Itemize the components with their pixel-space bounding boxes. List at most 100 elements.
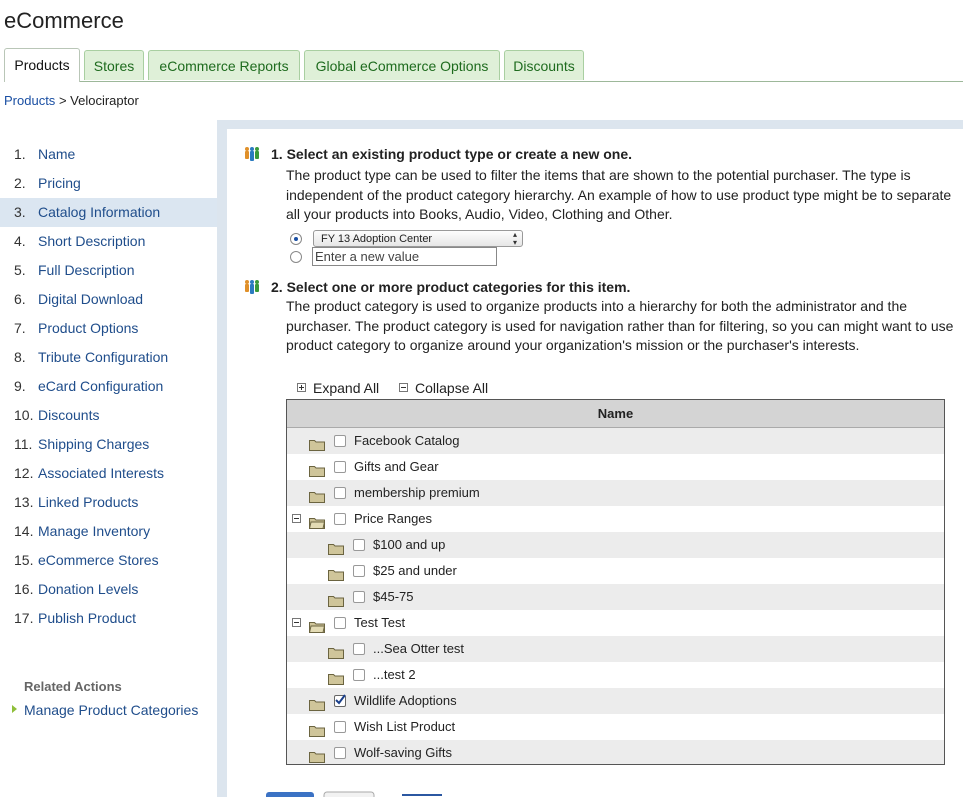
category-checkbox[interactable] (334, 721, 346, 733)
tree-row: $25 and under (287, 558, 944, 584)
folder-open-icon (308, 512, 326, 529)
nav-item-number: 2. (14, 175, 26, 191)
nav-item-digital-download[interactable]: 6. Digital Download (0, 285, 217, 314)
category-checkbox[interactable] (334, 461, 346, 473)
folder-icon (309, 720, 325, 737)
expand-all-button[interactable]: Expand All (297, 380, 379, 396)
nav-item-label: Product Options (38, 320, 139, 336)
category-checkbox[interactable] (353, 565, 365, 577)
nav-item-name[interactable]: 1. Name (0, 140, 217, 169)
nav-item-number: 9. (14, 378, 26, 394)
category-label[interactable]: $25 and under (373, 558, 457, 584)
breadcrumb-current: Velociraptor (70, 93, 139, 108)
category-label[interactable]: membership premium (354, 480, 480, 506)
category-label[interactable]: ...Sea Otter test (373, 636, 464, 662)
nav-item-publish-product[interactable]: 17. Publish Product (0, 604, 217, 633)
nav-item-label: eCommerce Stores (38, 552, 159, 568)
collapse-all-button[interactable]: Collapse All (399, 380, 488, 396)
nav-item-donation-levels[interactable]: 16. Donation Levels (0, 575, 217, 604)
nav-item-manage-inventory[interactable]: 14. Manage Inventory (0, 517, 217, 546)
nav-item-tribute-configuration[interactable]: 8. Tribute Configuration (0, 343, 217, 372)
category-checkbox[interactable] (353, 539, 365, 551)
category-checkbox[interactable] (334, 694, 346, 707)
nav-item-shipping-charges[interactable]: 11. Shipping Charges (0, 430, 217, 459)
related-actions-title: Related Actions (24, 679, 122, 694)
nav-item-catalog-information[interactable]: 3. Catalog Information (0, 198, 217, 227)
nav-item-number: 5. (14, 262, 26, 278)
nav-item-label: Short Description (38, 233, 146, 249)
bottom-buttons-partial (266, 791, 442, 797)
checkmark-icon (335, 694, 346, 705)
tree-row: membership premium (287, 480, 944, 506)
nav-item-product-options[interactable]: 7. Product Options (0, 314, 217, 343)
category-checkbox[interactable] (334, 435, 346, 447)
category-label[interactable]: $45-75 (373, 584, 413, 610)
nav-item-number: 13. (14, 494, 34, 510)
folder-icon (328, 642, 344, 659)
category-label[interactable]: $100 and up (373, 532, 445, 558)
product-type-select[interactable]: FY 13 Adoption Center ▴ ▾ (313, 230, 523, 247)
tree-row: $100 and up (287, 532, 944, 558)
category-label[interactable]: ...test 2 (373, 662, 416, 688)
nav-item-number: 6. (14, 291, 26, 307)
nav-item-label: Catalog Information (38, 204, 161, 220)
tab-ecommerce-reports[interactable]: eCommerce Reports (148, 50, 300, 80)
category-checkbox[interactable] (334, 513, 346, 525)
nav-item-linked-products[interactable]: 13. Linked Products (0, 488, 217, 517)
nav-item-pricing[interactable]: 2. Pricing (0, 169, 217, 198)
tab-discounts[interactable]: Discounts (504, 50, 584, 80)
nav-item-number: 7. (14, 320, 26, 336)
app-title: eCommerce (4, 8, 124, 33)
step1-title: 1. Select an existing product type or cr… (271, 146, 632, 162)
category-label[interactable]: Facebook Catalog (354, 428, 460, 454)
category-label[interactable]: Wish List Product (354, 714, 455, 740)
category-label[interactable]: Gifts and Gear (354, 454, 439, 480)
nav-item-ecommerce-stores[interactable]: 15. eCommerce Stores (0, 546, 217, 575)
folder-icon (309, 746, 325, 763)
select-arrows-icon: ▴ ▾ (512, 230, 517, 247)
nav-item-ecard-configuration[interactable]: 9. eCard Configuration (0, 372, 217, 401)
expand-all-label: Expand All (313, 380, 380, 396)
tab-bar: Products Stores eCommerce Reports Global… (4, 48, 963, 82)
nav-item-discounts[interactable]: 10. Discounts (0, 401, 217, 430)
category-label[interactable]: Wolf-saving Gifts (354, 740, 452, 764)
nav-item-label: Publish Product (38, 610, 137, 626)
nav-item-full-description[interactable]: 5. Full Description (0, 256, 217, 285)
nav-item-number: 15. (14, 552, 34, 568)
manage-product-categories-link[interactable]: Manage Product Categories (12, 702, 198, 718)
nav-item-number: 17. (14, 610, 34, 626)
nav-item-number: 4. (14, 233, 26, 249)
nav-item-number: 8. (14, 349, 26, 365)
nav-item-label: Full Description (38, 262, 135, 278)
collapse-icon (399, 383, 408, 392)
category-checkbox[interactable] (334, 747, 346, 759)
nav-item-associated-interests[interactable]: 12. Associated Interests (0, 459, 217, 488)
nav-item-label: Shipping Charges (38, 436, 150, 452)
nav-item-label: Digital Download (38, 291, 144, 307)
category-tree: Name Facebook Catalog Gifts and Gear membe… (286, 399, 945, 765)
nav-item-number: 10. (14, 407, 34, 423)
breadcrumb-products-link[interactable]: Products (4, 93, 55, 108)
tree-row: Facebook Catalog (287, 428, 944, 454)
category-checkbox[interactable] (353, 591, 365, 603)
category-checkbox[interactable] (334, 617, 346, 629)
category-label[interactable]: Price Ranges (354, 506, 432, 532)
tab-global-ecommerce-options[interactable]: Global eCommerce Options (304, 50, 500, 80)
category-label[interactable]: Test Test (354, 610, 405, 636)
category-checkbox[interactable] (334, 487, 346, 499)
tab-products[interactable]: Products (4, 48, 80, 82)
new-value-input[interactable]: Enter a new value (312, 247, 497, 266)
collapse-node-icon[interactable] (292, 618, 301, 627)
collapse-node-icon[interactable] (292, 514, 301, 523)
tree-row: Test Test (287, 610, 944, 636)
nav-item-label: Associated Interests (38, 465, 165, 481)
related-link-label: Manage Product Categories (24, 702, 199, 718)
existing-type-radio[interactable] (290, 233, 302, 245)
new-type-radio[interactable] (290, 251, 302, 263)
tab-stores[interactable]: Stores (84, 50, 144, 80)
category-label[interactable]: Wildlife Adoptions (354, 688, 457, 714)
category-checkbox[interactable] (353, 643, 365, 655)
category-checkbox[interactable] (353, 669, 365, 681)
nav-item-short-description[interactable]: 4. Short Description (0, 227, 217, 256)
tree-body: Facebook Catalog Gifts and Gear membership… (287, 428, 944, 764)
